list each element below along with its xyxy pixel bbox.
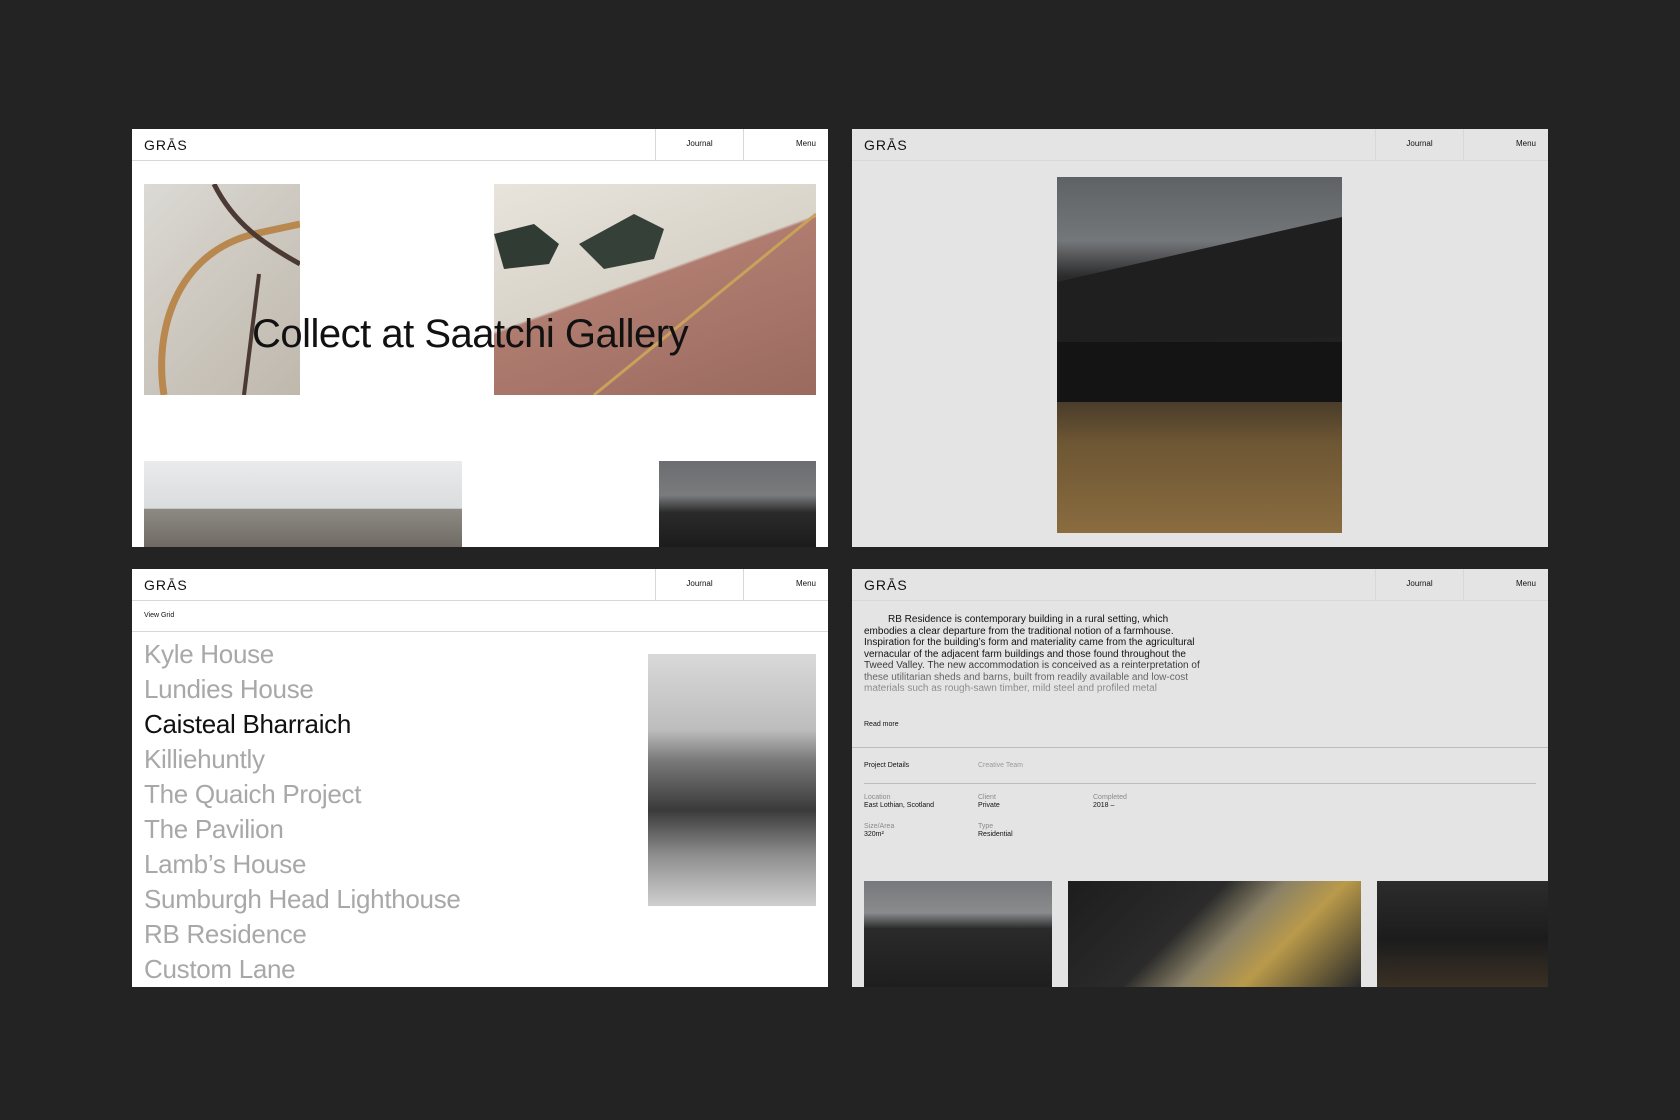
menu-button[interactable]: Menu — [1463, 569, 1548, 600]
gallery-thumb-3[interactable] — [1377, 881, 1548, 987]
project-image-screen: GRĀS Journal Menu — [852, 129, 1548, 547]
view-grid-toggle[interactable]: View Grid — [144, 612, 174, 619]
project-item-lambs-house[interactable]: Lamb’s House — [144, 847, 461, 882]
top-nav: GRĀS Journal Menu — [132, 129, 828, 161]
gallery-thumb-1[interactable] — [864, 881, 1052, 987]
site-logo[interactable]: GRĀS — [864, 577, 908, 593]
divider — [852, 747, 1548, 748]
client-value: Private — [978, 802, 1000, 809]
project-item-caisteal-bharraich[interactable]: Caisteal Bharraich — [144, 707, 461, 742]
menu-button[interactable]: Menu — [1463, 129, 1548, 160]
client-label: Client — [978, 794, 996, 801]
size-label: Size/Area — [864, 823, 895, 830]
completed-value: 2018 – — [1093, 802, 1115, 809]
journal-link[interactable]: Journal — [1375, 129, 1463, 160]
journal-link[interactable]: Journal — [655, 129, 743, 160]
project-item-pavilion[interactable]: The Pavilion — [144, 812, 461, 847]
divider — [132, 631, 828, 632]
house-image[interactable] — [144, 461, 462, 547]
project-list: Kyle House Lundies House Caisteal Bharra… — [144, 637, 461, 987]
journal-link[interactable]: Journal — [1375, 569, 1463, 600]
journal-link[interactable]: Journal — [655, 569, 743, 600]
site-logo[interactable]: GRĀS — [864, 137, 908, 153]
project-item-custom-lane[interactable]: Custom Lane — [144, 952, 461, 987]
project-description: RB Residence is contemporary building in… — [864, 614, 1200, 694]
project-item-quaich-project[interactable]: The Quaich Project — [144, 777, 461, 812]
page-headline[interactable]: Collect at Saatchi Gallery — [252, 312, 689, 357]
divider — [864, 783, 1536, 784]
size-value: 320m² — [864, 831, 884, 838]
top-nav: GRĀS Journal Menu — [852, 129, 1548, 161]
site-logo[interactable]: GRĀS — [144, 577, 188, 593]
type-value: Residential — [978, 831, 1013, 838]
top-nav: GRĀS Journal Menu — [852, 569, 1548, 601]
project-item-rb-residence[interactable]: RB Residence — [144, 917, 461, 952]
barn-field-image — [1057, 177, 1342, 533]
project-item-kyle-house[interactable]: Kyle House — [144, 637, 461, 672]
tab-project-details[interactable]: Project Details — [864, 762, 909, 769]
read-more-link[interactable]: Read more — [864, 721, 899, 728]
location-value: East Lothian, Scotland — [864, 802, 935, 809]
chair-image[interactable] — [144, 184, 300, 395]
tab-creative-team[interactable]: Creative Team — [978, 762, 1023, 769]
completed-label: Completed — [1093, 794, 1127, 801]
menu-button[interactable]: Menu — [743, 569, 828, 600]
top-nav: GRĀS Journal Menu — [132, 569, 828, 601]
project-item-sumburgh-head[interactable]: Sumburgh Head Lighthouse — [144, 882, 461, 917]
home-screen: GRĀS Journal Menu Collect at Saatchi Gal… — [132, 129, 828, 547]
site-logo[interactable]: GRĀS — [144, 137, 188, 153]
menu-button[interactable]: Menu — [743, 129, 828, 160]
location-label: Location — [864, 794, 891, 801]
type-label: Type — [978, 823, 994, 830]
gallery-thumb-2[interactable] — [1068, 881, 1361, 987]
project-preview-image — [648, 654, 816, 906]
project-item-killiehuntly[interactable]: Killiehuntly — [144, 742, 461, 777]
project-detail-screen: GRĀS Journal Menu RB Residence is contem… — [852, 569, 1548, 987]
marble-image[interactable] — [494, 184, 816, 395]
project-list-screen: GRĀS Journal Menu View Grid Kyle House L… — [132, 569, 828, 987]
project-item-lundies-house[interactable]: Lundies House — [144, 672, 461, 707]
barn-roof-image[interactable] — [659, 461, 816, 547]
